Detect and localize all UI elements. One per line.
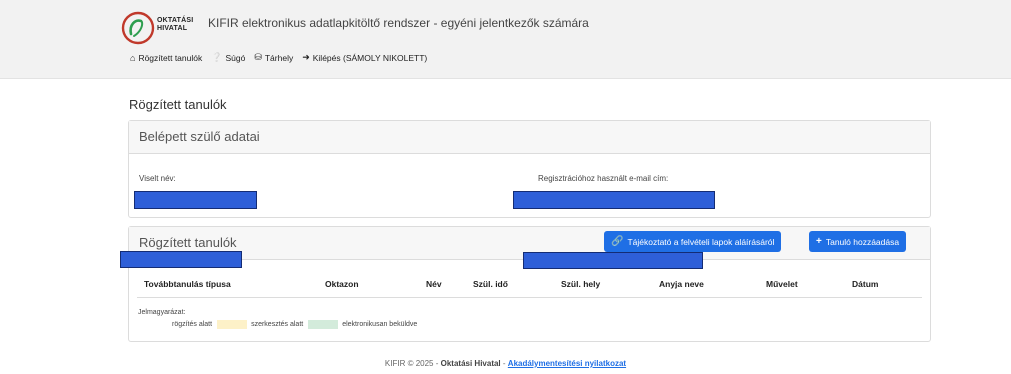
- add-student-label: Tanuló hozzáadása: [825, 236, 900, 247]
- email-label: Regisztrációhoz használt e-mail cím:: [538, 174, 669, 183]
- column-header[interactable]: Továbbtanulás típusa: [144, 279, 231, 289]
- logo-line1: OKTATÁSI: [157, 17, 194, 24]
- question-icon: ❔: [211, 52, 223, 62]
- redacted-name-value: [134, 191, 257, 209]
- oktatasi-hivatal-logo-icon: [121, 11, 155, 45]
- legend-swatch-submitted: [308, 320, 339, 329]
- footer-copyright: KIFIR © 2025 -: [384, 359, 439, 368]
- home-icon: ⌂: [130, 52, 136, 63]
- nav-item-students[interactable]: ⌂ Rögzített tanulók: [130, 52, 202, 63]
- column-header[interactable]: Dátum: [852, 279, 878, 289]
- legend-label-recording: rögzítés alatt: [172, 321, 213, 328]
- legend-title: Jelmagyarázat:: [138, 309, 186, 316]
- nav-item-label: Rögzített tanulók: [138, 52, 203, 63]
- card-header: Belépett szülő adatai: [129, 121, 930, 154]
- nav-item-logout[interactable]: ➜ Kilépés (SÁMOLY NIKOLETT): [302, 52, 427, 63]
- footer-org: Oktatási Hivatal: [440, 359, 501, 368]
- redacted-overlay-right: [523, 252, 703, 269]
- table-header-divider: [137, 297, 922, 298]
- app-title: KIFIR elektronikus adatlapkitöltő rendsz…: [208, 16, 589, 30]
- logout-icon: ➜: [302, 52, 310, 62]
- nav-item-storage[interactable]: ⛁ Tárhely: [254, 52, 293, 63]
- link-icon: 🔗: [611, 236, 624, 247]
- legend-label-submitted: elektronikusan beküldve: [342, 321, 418, 328]
- page-footer: KIFIR © 2025 - Oktatási Hivatal - Akadál…: [0, 359, 1011, 368]
- page-title: Rögzített tanulók: [129, 97, 227, 112]
- legend-label-editing: szerkesztés alatt: [251, 321, 304, 328]
- column-header[interactable]: Szül. idő: [473, 279, 508, 289]
- card-title: Rögzített tanulók: [139, 235, 237, 250]
- plus-icon: +: [816, 236, 822, 247]
- nav-item-label: Kilépés (SÁMOLY NIKOLETT): [312, 52, 428, 63]
- storage-icon: ⛁: [254, 52, 262, 62]
- status-legend: rögzítés alatt szerkesztés alatt elektro…: [138, 320, 422, 329]
- legend-swatch-editing: [217, 320, 248, 329]
- footer-separator: -: [502, 359, 506, 368]
- parent-data-card: Belépett szülő adatai Viselt név: Regisz…: [128, 120, 931, 218]
- add-student-button[interactable]: + Tanuló hozzáadása: [809, 231, 907, 252]
- legend-swatch-recording: [138, 320, 168, 329]
- students-card: Rögzített tanulók 🔗 Tájékoztató a felvét…: [120, 226, 931, 342]
- table-header-row: Továbbtanulás típusa Oktazon Név Szül. i…: [129, 279, 930, 297]
- logo-line2: HIVATAL: [157, 25, 188, 32]
- main-nav: ⌂ Rögzített tanulók ❔ Súgó ⛁ Tárhely ➜ K…: [130, 52, 427, 63]
- card-title: Belépett szülő adatai: [139, 129, 260, 144]
- column-header[interactable]: Művelet: [766, 279, 798, 289]
- name-label: Viselt név:: [139, 174, 176, 183]
- nav-item-help[interactable]: ❔ Súgó: [211, 52, 245, 63]
- logo-wordmark: OKTATÁSI HIVATAL: [157, 17, 193, 33]
- signature-info-label: Tájékoztató a felvételi lapok aláírásáró…: [627, 236, 775, 247]
- accessibility-statement-link[interactable]: Akadálymentesítési nyilatkozat: [508, 359, 626, 368]
- top-header: OKTATÁSI HIVATAL KIFIR elektronikus adat…: [0, 0, 1011, 79]
- nav-item-label: Tárhely: [264, 52, 294, 63]
- signature-info-button[interactable]: 🔗 Tájékoztató a felvételi lapok aláírásá…: [604, 231, 782, 252]
- column-header[interactable]: Név: [426, 279, 442, 289]
- column-header[interactable]: Oktazon: [325, 279, 359, 289]
- column-header[interactable]: Szül. hely: [561, 279, 600, 289]
- column-header[interactable]: Anyja neve: [659, 279, 704, 289]
- redacted-overlay-left: [120, 251, 242, 268]
- redacted-email-value: [513, 191, 715, 209]
- nav-item-label: Súgó: [225, 52, 246, 63]
